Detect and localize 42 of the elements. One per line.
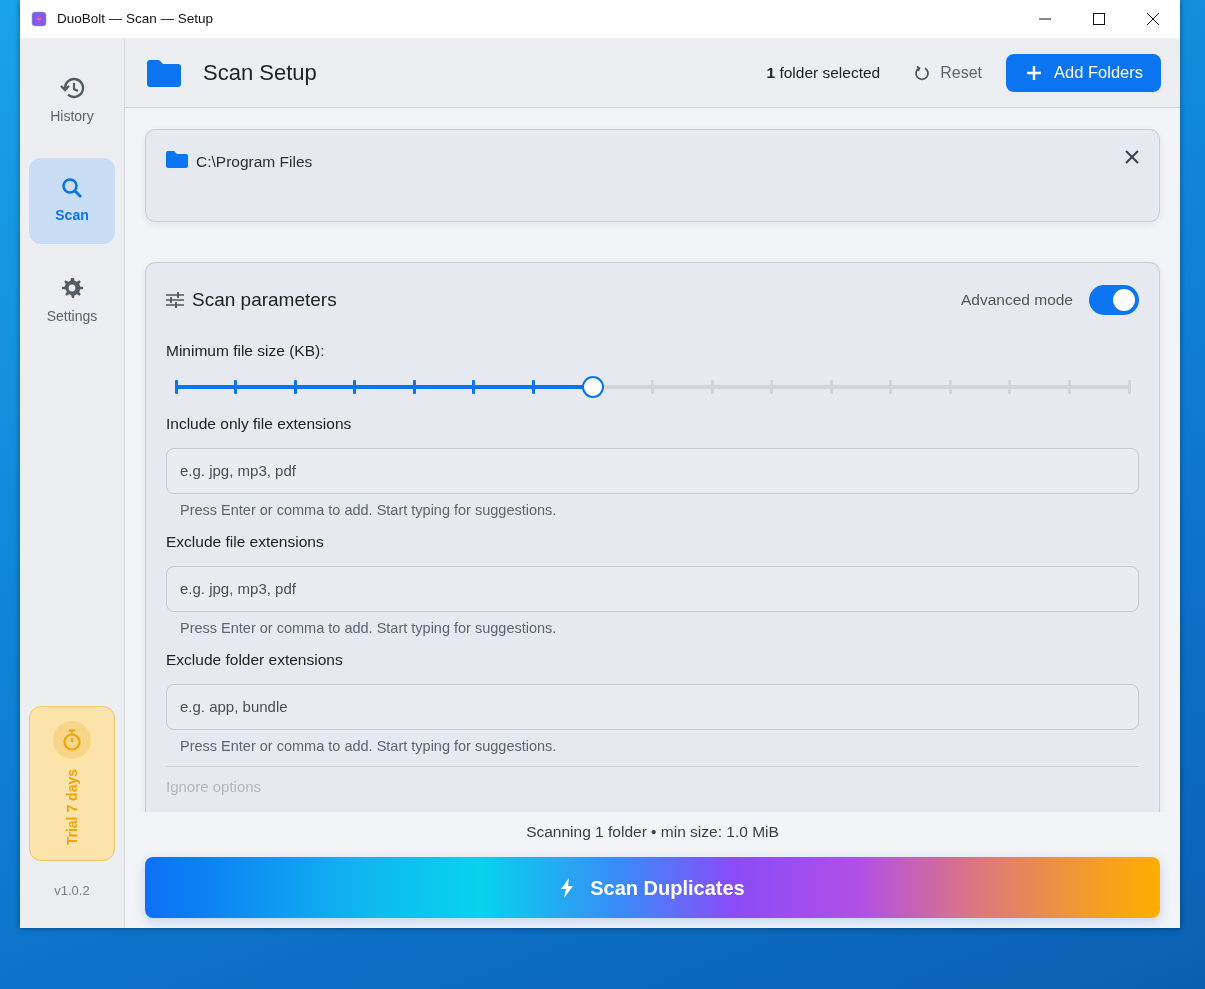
close-icon (1147, 13, 1159, 25)
sidebar-item[interactable]: History (29, 58, 115, 144)
input-field[interactable]: e.g. jpg, mp3, pdf (166, 565, 1139, 612)
slider-thumb[interactable] (581, 376, 604, 399)
toggle-label: Advanced mode (960, 290, 1073, 311)
hint-text: Press Enter or comma to add. Start typing for suggestions. (180, 500, 558, 520)
remove-folder-button[interactable] (1125, 150, 1139, 164)
plus-icon (1026, 64, 1043, 81)
sidebar-item[interactable]: Settings (29, 258, 115, 344)
page-title: Scan Setup (203, 59, 317, 87)
section-title: Scan parameters (192, 287, 337, 312)
reset-button[interactable]: Reset (914, 60, 983, 85)
history-icon (59, 75, 85, 100)
reset-icon (914, 64, 931, 81)
scan-duplicates-button[interactable]: Scan Duplicates (145, 857, 1160, 918)
field-label: Exclude file extensions (166, 532, 325, 553)
hint-text: Press Enter or comma to add. Start typing for suggestions. (180, 618, 558, 638)
folder-icon (166, 150, 188, 168)
field-label: Exclude folder extensions (166, 650, 344, 671)
sliders-icon (166, 292, 184, 308)
advanced-mode-toggle[interactable] (1089, 285, 1139, 315)
settings-icon (60, 275, 84, 300)
input-field[interactable]: e.g. app, bundle (166, 683, 1139, 730)
app-logo-icon (31, 11, 47, 27)
hint-text: Press Enter or comma to add. Start typing for suggestions. (180, 736, 558, 756)
size-slider[interactable] (176, 376, 1129, 399)
trial-label: Trial 7 days (62, 768, 81, 845)
maximize-icon (1093, 13, 1105, 25)
lightning-icon (560, 877, 575, 898)
version-label: v1.0.2 (54, 881, 90, 900)
folder-icon (147, 58, 181, 87)
input-field[interactable]: e.g. jpg, mp3, pdf (166, 447, 1139, 494)
add-folders-button[interactable]: Add Folders (1006, 53, 1161, 92)
selection-count: 1 folder selected (766, 62, 881, 83)
search-icon (61, 176, 83, 199)
field-label: Minimum file size (KB): (166, 341, 326, 361)
field-label: Include only file extensions (166, 414, 353, 435)
sidebar-item[interactable]: Scan (29, 158, 115, 244)
window-title: DuoBolt — Scan — Setup (57, 9, 214, 28)
folder-path: C:\Program Files (196, 152, 313, 172)
stopwatch-icon (62, 728, 82, 751)
status-text: Scanning 1 folder • min size: 1.0 MiB (526, 821, 779, 842)
